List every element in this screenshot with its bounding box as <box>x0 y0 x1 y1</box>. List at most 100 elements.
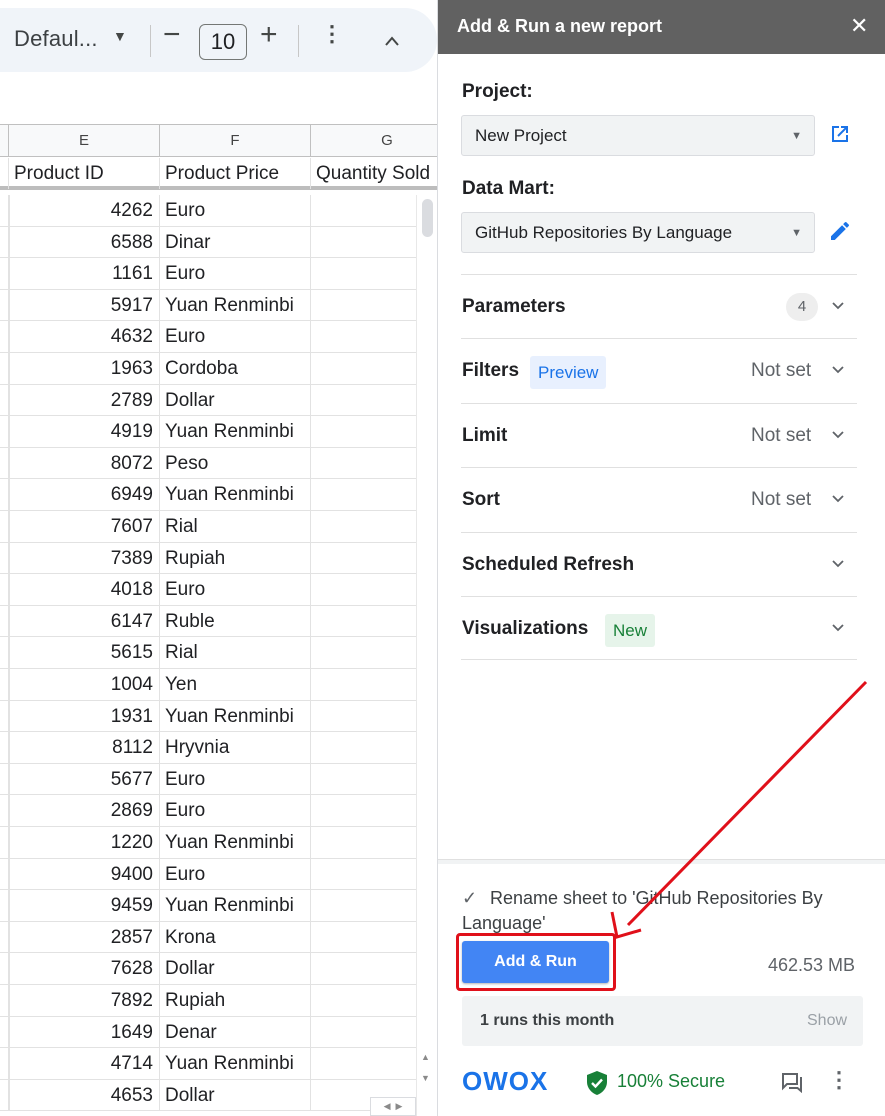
product-id-cell[interactable]: 6147 <box>9 605 160 637</box>
quantity-sold-cell[interactable] <box>311 606 416 637</box>
datamart-select[interactable]: GitHub Repositories By Language ▼ <box>461 212 815 253</box>
quantity-sold-cell[interactable] <box>311 448 416 479</box>
product-price-cell[interactable]: Yuan Renminbi <box>160 1048 311 1079</box>
filters-section[interactable]: Filters Preview Not set <box>461 338 857 402</box>
row-cell-d[interactable] <box>0 289 9 321</box>
product-id-cell[interactable]: 4262 <box>9 195 160 226</box>
quantity-sold-cell[interactable] <box>311 511 416 542</box>
product-id-cell[interactable]: 4714 <box>9 1048 160 1079</box>
scroll-up-arrow-icon[interactable]: ▲ <box>421 1052 430 1062</box>
product-id-cell[interactable]: 7607 <box>9 511 160 542</box>
quantity-sold-cell[interactable] <box>311 732 416 763</box>
row-cell-d[interactable] <box>0 605 9 637</box>
quantity-sold-cell[interactable] <box>311 795 416 826</box>
chevron-down-icon[interactable] <box>831 494 845 504</box>
column-header-d[interactable] <box>0 125 9 157</box>
row-cell-d[interactable] <box>0 353 9 384</box>
product-id-cell[interactable]: 1963 <box>9 353 160 384</box>
row-cell-d[interactable] <box>0 1048 9 1079</box>
product-id-cell[interactable]: 7892 <box>9 985 160 1016</box>
product-price-cell[interactable]: Krona <box>160 921 311 953</box>
chevron-down-icon[interactable] <box>831 623 845 633</box>
font-dropdown-caret-icon[interactable]: ▼ <box>113 28 127 44</box>
product-price-cell[interactable]: Peso <box>160 447 311 479</box>
header-cell-d[interactable] <box>0 158 9 189</box>
row-cell-d[interactable] <box>0 226 9 258</box>
row-cell-d[interactable] <box>0 447 9 479</box>
increase-font-size-button[interactable]: + <box>260 20 278 50</box>
product-id-cell[interactable]: 1004 <box>9 669 160 700</box>
product-price-cell[interactable]: Dollar <box>160 953 311 984</box>
row-cell-d[interactable] <box>0 574 9 605</box>
chevron-down-icon[interactable] <box>831 430 845 440</box>
product-price-cell[interactable]: Rial <box>160 637 311 668</box>
close-icon[interactable]: ✕ <box>850 15 868 37</box>
quantity-sold-cell[interactable] <box>311 290 416 321</box>
product-id-cell[interactable]: 8112 <box>9 732 160 763</box>
scroll-down-arrow-icon[interactable]: ▼ <box>421 1073 430 1083</box>
product-id-cell[interactable]: 4018 <box>9 574 160 605</box>
row-cell-d[interactable] <box>0 479 9 510</box>
font-family-select[interactable]: Defaul... <box>14 26 98 52</box>
parameters-section[interactable]: Parameters 4 <box>461 274 857 338</box>
quantity-sold-cell[interactable] <box>311 258 416 289</box>
more-vert-icon[interactable]: ⋮ <box>828 1069 850 1091</box>
product-id-cell[interactable]: 6588 <box>9 226 160 258</box>
row-cell-d[interactable] <box>0 732 9 763</box>
feedback-chat-icon[interactable] <box>780 1071 804 1093</box>
row-cell-d[interactable] <box>0 921 9 953</box>
row-cell-d[interactable] <box>0 763 9 795</box>
row-cell-d[interactable] <box>0 637 9 668</box>
product-price-cell[interactable]: Yuan Renminbi <box>160 416 311 447</box>
quantity-sold-cell[interactable] <box>311 890 416 921</box>
row-cell-d[interactable] <box>0 511 9 542</box>
visualizations-section[interactable]: Visualizations New <box>461 596 857 660</box>
product-id-cell[interactable]: 2869 <box>9 795 160 826</box>
column-header-e[interactable]: E <box>9 125 160 157</box>
header-cell-quantity-sold[interactable]: Quantity Sold <box>311 158 437 189</box>
vertical-scrollbar[interactable]: ▲ ▼ <box>416 195 437 1116</box>
product-id-cell[interactable]: 4919 <box>9 416 160 447</box>
quantity-sold-cell[interactable] <box>311 416 416 447</box>
row-cell-d[interactable] <box>0 953 9 984</box>
quantity-sold-cell[interactable] <box>311 353 416 384</box>
checkbox-checked-icon[interactable]: ✓ <box>462 886 482 911</box>
quantity-sold-cell[interactable] <box>311 543 416 574</box>
product-price-cell[interactable]: Cordoba <box>160 353 311 384</box>
column-header-g[interactable]: G <box>311 125 437 157</box>
product-price-cell[interactable]: Euro <box>160 321 311 352</box>
product-price-cell[interactable]: Rial <box>160 511 311 542</box>
product-id-cell[interactable]: 1220 <box>9 827 160 858</box>
chevron-down-icon[interactable] <box>831 365 845 375</box>
product-id-cell[interactable]: 1649 <box>9 1016 160 1048</box>
quantity-sold-cell[interactable] <box>311 227 416 258</box>
product-price-cell[interactable]: Yuan Renminbi <box>160 289 311 321</box>
product-price-cell[interactable]: Euro <box>160 258 311 289</box>
scheduled-refresh-section[interactable]: Scheduled Refresh <box>461 532 857 596</box>
project-select[interactable]: New Project ▼ <box>461 115 815 156</box>
quantity-sold-cell[interactable] <box>311 985 416 1016</box>
product-price-cell[interactable]: Yuan Renminbi <box>160 890 311 921</box>
product-price-cell[interactable]: Denar <box>160 1016 311 1048</box>
chevron-down-icon[interactable] <box>831 559 845 569</box>
product-price-cell[interactable]: Dollar <box>160 1079 311 1111</box>
row-cell-d[interactable] <box>0 700 9 732</box>
quantity-sold-cell[interactable] <box>311 701 416 732</box>
product-price-cell[interactable]: Euro <box>160 195 311 226</box>
product-price-cell[interactable]: Yen <box>160 669 311 700</box>
decrease-font-size-button[interactable]: − <box>163 20 181 50</box>
quantity-sold-cell[interactable] <box>311 764 416 795</box>
product-price-cell[interactable]: Dollar <box>160 384 311 416</box>
quantity-sold-cell[interactable] <box>311 953 416 984</box>
product-price-cell[interactable]: Hryvnia <box>160 732 311 763</box>
row-cell-d[interactable] <box>0 384 9 416</box>
row-cell-d[interactable] <box>0 195 9 226</box>
product-id-cell[interactable]: 9400 <box>9 858 160 890</box>
vertical-scrollbar-thumb[interactable] <box>422 199 433 237</box>
product-id-cell[interactable]: 1931 <box>9 700 160 732</box>
sort-section[interactable]: Sort Not set <box>461 467 857 531</box>
product-id-cell[interactable]: 7389 <box>9 542 160 574</box>
product-price-cell[interactable]: Euro <box>160 795 311 826</box>
row-cell-d[interactable] <box>0 890 9 921</box>
product-id-cell[interactable]: 2857 <box>9 921 160 953</box>
